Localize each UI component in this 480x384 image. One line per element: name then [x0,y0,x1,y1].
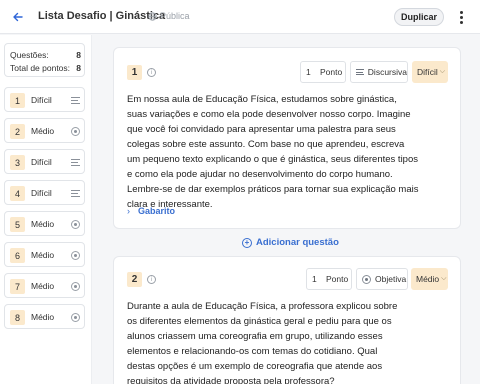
discursive-type-icon [71,159,80,166]
more-options-icon[interactable] [455,9,467,25]
question-level: Médio [31,126,55,136]
question-type-select[interactable]: Objetiva [356,268,408,290]
question-level: Difícil [31,188,52,198]
sidebar-question-8[interactable]: 8 Médio [4,304,85,329]
sidebar-question-1[interactable]: 1 Difícil [4,87,85,112]
question-number: 7 [10,279,25,294]
points-count-row: Total de pontos: 8 [10,63,81,73]
objective-type-icon [71,251,80,260]
objective-type-icon [71,220,80,229]
chevron-right-icon: › [127,206,130,216]
question-level: Médio [31,250,55,260]
question-level: Médio [31,312,55,322]
questions-count: 8 [76,50,81,60]
chevron-down-icon: ⌵ [439,68,446,75]
questions-label: Questões: [10,50,49,60]
points-input[interactable]: 1 Ponto [306,268,352,290]
question-level: Difícil [31,157,52,167]
discursive-type-icon [71,190,80,197]
difficulty-select[interactable]: Difícil ⌵ [412,61,448,83]
question-number: 6 [10,248,25,263]
discursive-type-icon [356,68,364,77]
points-value: 1 [306,67,311,77]
summary-box: Questões: 8 Total de pontos: 8 [4,43,85,77]
question-number: 5 [10,217,25,232]
add-question-button[interactable]: + Adicionar questão [242,237,339,248]
difficulty-label: Médio [416,274,440,284]
question-level: Difícil [31,95,52,105]
question-number: 2 [10,124,25,139]
sidebar-question-5[interactable]: 5 Médio [4,211,85,236]
sidebar-question-6[interactable]: 6 Médio [4,242,85,267]
answer-key-label: Gabarito [138,206,176,216]
points-value: 1 [312,274,317,284]
add-circle-icon: + [242,237,252,248]
back-arrow-icon[interactable] [10,9,26,25]
objective-type-icon [71,282,80,291]
chevron-down-icon: ⌵ [441,275,447,282]
question-number-badge: 2 [127,272,142,287]
answer-key-toggle[interactable]: › Gabarito [127,206,175,216]
question-text[interactable]: Em nossa aula de Educação Física, estuda… [127,92,419,212]
question-card-1: 1 i 1 Ponto Discursiva Difícil ⌵ Em noss… [113,47,461,229]
question-type-select[interactable]: Discursiva [350,61,408,83]
question-number: 4 [10,186,25,201]
question-type-label: Discursiva [367,67,407,77]
points-label: Total de pontos: [10,63,71,73]
points-input[interactable]: 1 Ponto [300,61,346,83]
objective-type-icon [71,127,80,136]
visibility-label: Pública [160,11,190,21]
question-number: 3 [10,155,25,170]
sidebar: Questões: 8 Total de pontos: 8 1 Difícil… [0,35,92,384]
question-level: Médio [31,219,55,229]
sidebar-question-2[interactable]: 2 Médio [4,118,85,143]
question-text[interactable]: Durante a aula de Educação Física, a pro… [127,299,407,384]
add-question-label: Adicionar questão [256,237,339,248]
question-level: Médio [31,281,55,291]
duplicate-button[interactable]: Duplicar [394,8,444,26]
globe-icon [148,11,157,21]
points-unit: Ponto [320,67,343,77]
sidebar-question-7[interactable]: 7 Médio [4,273,85,298]
info-icon[interactable]: i [147,68,156,77]
objective-type-icon [362,274,371,284]
discursive-type-icon [71,97,80,104]
question-number-badge: 1 [127,65,142,80]
question-type-label: Objetiva [375,274,407,284]
sidebar-question-3[interactable]: 3 Difícil [4,149,85,174]
question-number: 8 [10,310,25,325]
points-count: 8 [76,63,81,73]
sidebar-question-4[interactable]: 4 Difícil [4,180,85,205]
info-icon[interactable]: i [147,275,156,284]
question-number: 1 [10,93,25,108]
page-title: Lista Desafio | Ginástica [38,10,166,22]
question-card-2: 2 i 1 Ponto Objetiva Médio ⌵ Durante a a… [113,256,461,384]
points-unit: Ponto [326,274,349,284]
difficulty-label: Difícil [417,67,438,77]
objective-type-icon [71,313,80,322]
top-bar: Lista Desafio | Ginástica Pública Duplic… [0,0,480,34]
questions-count-row: Questões: 8 [10,50,81,60]
visibility-indicator: Pública [148,11,190,21]
difficulty-select[interactable]: Médio ⌵ [411,268,448,290]
